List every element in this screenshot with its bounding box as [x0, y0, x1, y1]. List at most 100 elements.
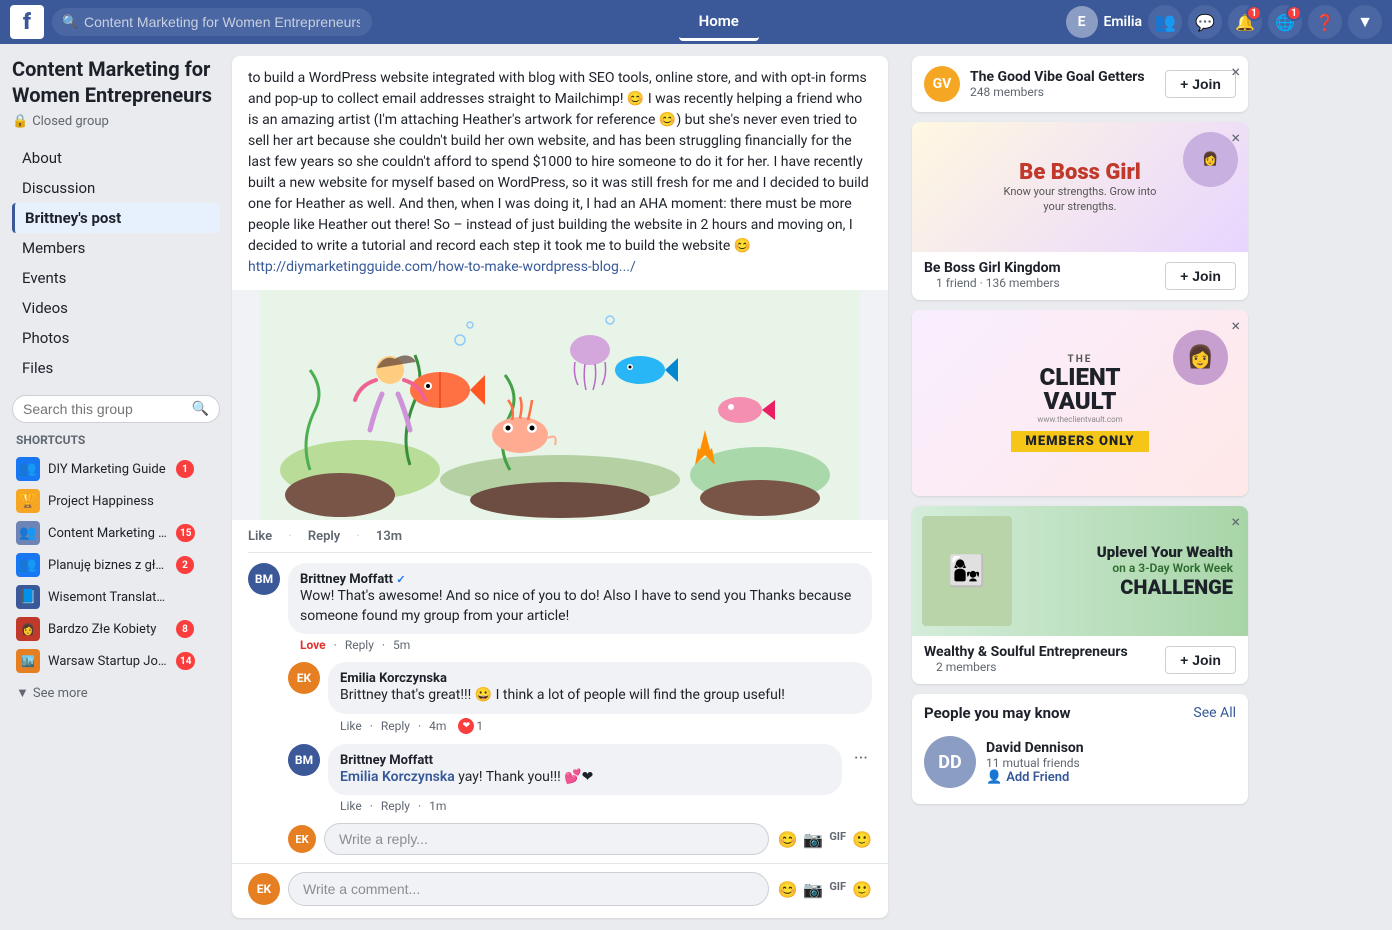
messenger-icon[interactable]: 💬 [1188, 5, 1222, 39]
gif-icon[interactable]: GIF [829, 830, 846, 849]
vault-vault: VAULT [1044, 389, 1117, 413]
shortcut-icon-diy: 👥 [16, 457, 40, 481]
reaction-count: 1 [476, 719, 483, 733]
shortcut-bardzo-zle[interactable]: 👩 Bardzo Złe Kobiety 8 [12, 613, 220, 645]
see-more-button[interactable]: ▼ See more [12, 681, 220, 705]
emoji-icon[interactable]: 😊 [777, 830, 797, 849]
uplevel-text-block: Uplevel Your Wealth on a 3-Day Work Week… [1097, 543, 1233, 599]
nav-center-links: Home [372, 4, 1066, 41]
shortcut-icon-trophy: 🏆 [16, 489, 40, 513]
ad-title-row-wealthy: Wealthy & Soulful Entrepreneurs 2 member… [912, 636, 1248, 684]
post-body: to build a WordPress website integrated … [232, 56, 888, 290]
suggestion-top-goodvibe: GV The Good Vibe Goal Getters 248 member… [912, 56, 1248, 112]
like-btn-3[interactable]: Like [340, 799, 362, 813]
reply-input-icons: 😊 📷 GIF 🙂 [777, 830, 872, 849]
nav-item-photos[interactable]: Photos [12, 323, 220, 353]
shortcut-icon-content: 👥 [16, 521, 40, 545]
nav-home[interactable]: Home [679, 4, 759, 41]
nav-username[interactable]: Emilia [1104, 14, 1143, 30]
suggestion-members-goodvibe: 248 members [970, 85, 1155, 99]
add-friend-button[interactable]: 👤 Add Friend [986, 770, 1236, 785]
nav-item-discussion[interactable]: Discussion [12, 173, 220, 203]
comment-bubble-2: Emilia Korczynska Brittney that's great!… [328, 662, 872, 714]
love-reaction[interactable]: Love [300, 638, 326, 652]
globe-icon[interactable]: 🌐 1 [1268, 5, 1302, 39]
nav-item-members[interactable]: Members [12, 233, 220, 263]
post-card: to build a WordPress website integrated … [232, 56, 888, 918]
right-sidebar: × GV The Good Vibe Goal Getters 248 memb… [900, 44, 1260, 930]
ad-card-clientvault: × THE CLIENT VAULT www.theclientvault.co… [912, 310, 1248, 496]
nav-item-brittneys-post[interactable]: Brittney's post [12, 203, 220, 233]
chevron-down-icon: ▼ [16, 685, 29, 701]
post-link[interactable]: http://diymarketingguide.com/how-to-make… [248, 259, 636, 275]
shortcut-wisemont[interactable]: 📘 Wisemont Translations [12, 581, 220, 613]
shortcut-label-wisemont: Wisemont Translations [48, 590, 168, 605]
avatar[interactable]: E [1066, 6, 1098, 38]
close-button-beboss[interactable]: × [1231, 128, 1240, 147]
close-button-wealthy[interactable]: × [1231, 512, 1240, 531]
reply-btn-3[interactable]: Reply [381, 799, 410, 813]
friend-requests-icon[interactable]: 👥 [1148, 5, 1182, 39]
comment-meta-2: Like · Reply · 4m ❤ 1 [328, 718, 872, 734]
reply-input-wrap: EK 😊 📷 GIF 🙂 [288, 823, 872, 855]
comment-author-2: Emilia Korczynska [340, 671, 447, 686]
shortcut-label-diy: DIY Marketing Guide [48, 462, 168, 477]
close-button-clientvault[interactable]: × [1231, 316, 1240, 335]
like-btn-2[interactable]: Like [340, 719, 362, 733]
group-search-input[interactable] [23, 401, 192, 417]
separator: · [418, 799, 421, 813]
avatar-goodvibe: GV [924, 66, 960, 102]
shortcut-content-marketing[interactable]: 👥 Content Marketing f... 15 [12, 517, 220, 549]
photo-icon[interactable]: 📷 [803, 830, 823, 849]
shortcut-icon-wisemont: 📘 [16, 585, 40, 609]
reply-input[interactable] [324, 823, 769, 855]
post-actions-bar: Like · Reply · 13m [248, 520, 872, 553]
separator: · [370, 719, 373, 733]
people-you-may-know: People you may know See All DD David Den… [912, 694, 1248, 804]
shortcut-project-happiness[interactable]: 🏆 Project Happiness [12, 485, 220, 517]
vault-person-avatar: 👩 [1173, 330, 1228, 385]
timestamp-2: 4m [429, 719, 446, 733]
ad-banner-clientvault: THE CLIENT VAULT www.theclientvault.com … [912, 310, 1248, 496]
settings-chevron[interactable]: ▼ [1348, 5, 1382, 39]
reply-btn-1[interactable]: Reply [345, 638, 374, 652]
reply-action[interactable]: Reply [308, 529, 340, 544]
shortcut-label-happiness: Project Happiness [48, 494, 168, 509]
comment-item-3: BM Brittney Moffatt Emilia Korczynska ya… [248, 744, 872, 814]
shortcut-diy-marketing[interactable]: 👥 DIY Marketing Guide 1 [12, 453, 220, 485]
shortcut-warsaw[interactable]: 🏙️ Warsaw Startup Jobs 14 [12, 645, 220, 677]
see-all-link[interactable]: See All [1193, 705, 1236, 721]
beboss-subtitle: Know your strengths. Grow into your stre… [1000, 185, 1160, 214]
join-btn-goodvibe[interactable]: + Join [1165, 70, 1236, 98]
sticker-icon[interactable]: 🙂 [852, 830, 872, 849]
close-button-goodvibe[interactable]: × [1231, 62, 1240, 81]
comment-avatar-brittney: BM [248, 563, 280, 595]
facebook-logo[interactable]: f [10, 5, 44, 39]
shortcuts-list: 👥 DIY Marketing Guide 1 🏆 Project Happin… [12, 453, 220, 677]
group-title: Content Marketing for Women Entrepreneur… [12, 56, 220, 108]
join-btn-wealthy[interactable]: + Join [1165, 646, 1236, 674]
reply-btn-2[interactable]: Reply [381, 719, 410, 733]
notification-badge: 1 [1246, 5, 1262, 21]
global-search-input[interactable] [52, 8, 372, 36]
shortcut-planuje[interactable]: 👥 Planuję biznes z głową! 2 [12, 549, 220, 581]
suggestion-name-goodvibe: The Good Vibe Goal Getters [970, 69, 1155, 85]
nav-item-events[interactable]: Events [12, 263, 220, 293]
help-icon[interactable]: ❓ [1308, 5, 1342, 39]
main-user-avatar: EK [248, 873, 280, 905]
main-comment-input[interactable] [288, 872, 769, 906]
nav-item-files[interactable]: Files [12, 353, 220, 383]
nav-item-videos[interactable]: Videos [12, 293, 220, 323]
shortcut-badge-warsaw: 14 [176, 652, 195, 670]
nav-item-about[interactable]: About [12, 143, 220, 173]
shortcut-badge-content: 15 [176, 524, 195, 542]
join-btn-beboss[interactable]: + Join [1165, 262, 1236, 290]
shortcut-icon-warsaw: 🏙️ [16, 649, 40, 673]
notifications-icon[interactable]: 🔔 1 [1228, 5, 1262, 39]
people-title: People you may know [924, 704, 1071, 722]
like-action[interactable]: Like [248, 529, 272, 544]
main-comment-input-row: EK 😊 📷 GIF 🙂 [232, 863, 888, 906]
comment-item-2: EK Emilia Korczynska Brittney that's gre… [248, 662, 872, 734]
more-options-icon[interactable]: ··· [850, 744, 872, 814]
reply-input-section: EK 😊 📷 GIF 🙂 [248, 823, 872, 855]
